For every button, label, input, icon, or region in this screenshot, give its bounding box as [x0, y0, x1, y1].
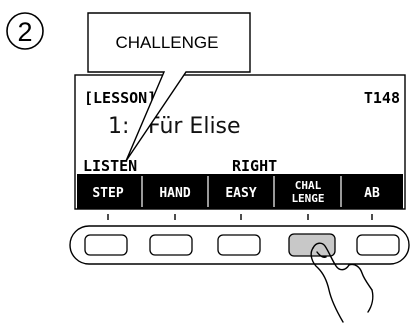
softkey-challenge[interactable]: CHAL LENGE — [291, 179, 324, 205]
softkey-ab[interactable]: AB — [364, 186, 380, 201]
physical-button-2[interactable] — [149, 234, 193, 256]
softkey-ab-label: AB — [364, 186, 380, 201]
tempo-readout: T148 — [364, 89, 400, 107]
softkey-hand-label: HAND — [159, 186, 190, 201]
softkey-tick-marks — [107, 214, 373, 220]
status-right: RIGHT — [232, 157, 277, 175]
softkey-challenge-label-line2: LENGE — [291, 192, 324, 205]
button-panel — [69, 225, 410, 265]
softkey-easy-label: EASY — [225, 186, 256, 201]
physical-button-3[interactable] — [217, 234, 261, 256]
mode-label: [LESSON] — [84, 89, 156, 107]
keyboard-lesson-diagram: 2 [LESSON] T148 1: Für Elise LISTEN RIGH… — [6, 12, 410, 323]
softkey-row: STEP HAND EASY CHAL LENGE AB — [77, 174, 403, 209]
physical-button-5[interactable] — [356, 234, 400, 256]
song-number: 1: — [108, 114, 129, 139]
softkey-hand[interactable]: HAND — [159, 186, 190, 201]
softkey-step-label: STEP — [92, 186, 123, 201]
softkey-challenge-label-line1: CHAL — [295, 179, 322, 192]
softkey-step[interactable]: STEP — [92, 186, 123, 201]
lcd-display: [LESSON] T148 1: Für Elise LISTEN RIGHT … — [74, 74, 406, 210]
softkey-easy[interactable]: EASY — [225, 186, 256, 201]
step-number-badge: 2 — [6, 12, 44, 50]
status-listen: LISTEN — [83, 157, 137, 175]
hand-outline-right — [367, 289, 374, 313]
song-title: Für Elise — [148, 114, 241, 139]
callout-text: CHALLENGE — [116, 33, 219, 52]
step-number: 2 — [17, 17, 32, 47]
physical-button-1[interactable] — [84, 234, 128, 256]
hand-knuckle — [348, 263, 373, 291]
